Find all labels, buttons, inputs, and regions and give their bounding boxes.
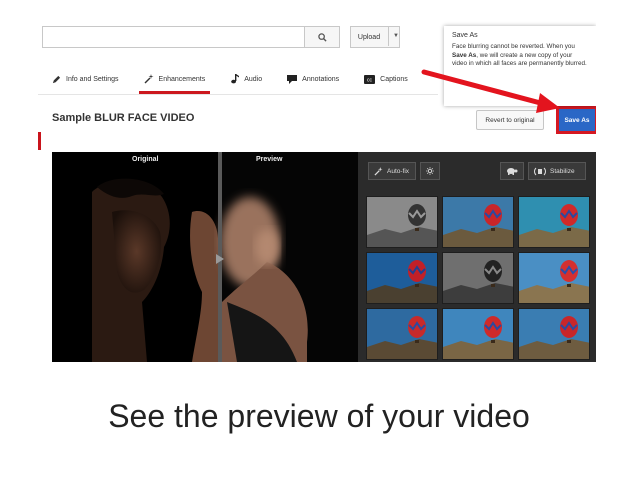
- filter-thumbnail[interactable]: [518, 196, 590, 248]
- tab-label: Info and Settings: [66, 75, 119, 83]
- cc-icon: cc: [364, 74, 376, 84]
- tab-audio[interactable]: Audio: [230, 66, 262, 92]
- search-input[interactable]: [42, 26, 306, 48]
- upload-dropdown[interactable]: ▼: [388, 26, 403, 46]
- stabilize-icon: [534, 167, 546, 175]
- balloon-image: [367, 197, 437, 247]
- caret-down-icon: ▼: [393, 33, 399, 39]
- tooltip-text-before: Face blurring cannot be reverted. When y…: [452, 43, 575, 51]
- revert-to-original-button[interactable]: Revert to original: [476, 110, 544, 130]
- search-button[interactable]: [304, 26, 340, 48]
- tab-label: Annotations: [302, 75, 340, 83]
- filter-thumbnail[interactable]: [518, 308, 590, 360]
- tab-enhancements[interactable]: Enhancements: [138, 66, 210, 94]
- balloon-image: [519, 197, 589, 247]
- slide-caption: See the preview of your video: [108, 398, 530, 434]
- original-frame: [92, 152, 358, 362]
- balloon-image: [519, 309, 589, 359]
- filter-thumbnail[interactable]: [366, 252, 438, 304]
- tab-label: Audio: [244, 75, 263, 83]
- magic-wand-icon: [374, 166, 383, 176]
- balloon-image: [443, 197, 513, 247]
- balloon-image: [443, 253, 513, 303]
- balloon-image: [443, 309, 513, 359]
- video-preview: Original Preview: [52, 152, 358, 362]
- tab-annotations[interactable]: Annotations: [287, 66, 339, 92]
- filter-thumbnail[interactable]: [518, 252, 590, 304]
- preview-label: Preview: [256, 156, 283, 163]
- brightness-button[interactable]: [420, 162, 440, 180]
- split-handle-icon[interactable]: [216, 254, 224, 264]
- page-title: Sample BLUR FACE VIDEO: [52, 112, 195, 124]
- tab-label: Enhancements: [158, 75, 206, 83]
- turtle-icon: [507, 168, 518, 175]
- editor-tabs: Info and Settings Enhancements Audio Ann…: [52, 66, 433, 94]
- pencil-icon: [52, 75, 61, 83]
- tooltip-text-bold: Save As: [452, 51, 477, 59]
- save-as-button[interactable]: Save As: [556, 106, 596, 134]
- balloon-image: [519, 253, 589, 303]
- balloon-image: [367, 253, 437, 303]
- left-accent-marker: [38, 132, 41, 150]
- upload-label: Upload: [357, 33, 381, 41]
- tab-label: Captions: [380, 75, 408, 83]
- filter-thumbnail[interactable]: [442, 252, 514, 304]
- filter-thumbnail[interactable]: [442, 308, 514, 360]
- magic-wand-icon: [144, 74, 154, 84]
- svg-text:cc: cc: [367, 77, 373, 83]
- search-icon: [317, 32, 327, 42]
- music-note-icon: [231, 74, 240, 84]
- youtube-editor-screenshot: Upload ▼ Info and Settings Enhancements …: [38, 16, 596, 362]
- speech-bubble-icon: [287, 74, 298, 84]
- save-as-tooltip: Save As Face blurring cannot be reverted…: [444, 26, 596, 106]
- slow-motion-button[interactable]: [500, 162, 524, 180]
- balloon-image: [367, 309, 437, 359]
- tabs-divider: [38, 94, 438, 95]
- filter-thumbnail[interactable]: [442, 196, 514, 248]
- filter-thumbnail[interactable]: [366, 308, 438, 360]
- tooltip-text: Face blurring cannot be reverted. When y…: [452, 43, 588, 68]
- original-label: Original: [132, 156, 159, 163]
- enhancements-panel: Auto-fix Stabilize: [358, 152, 596, 362]
- filter-thumbnail[interactable]: [366, 196, 438, 248]
- tab-info-settings[interactable]: Info and Settings: [52, 66, 119, 92]
- tab-captions[interactable]: cc Captions: [364, 66, 408, 92]
- autofix-label: Auto-fix: [387, 167, 410, 175]
- tooltip-title: Save As: [452, 32, 478, 39]
- sun-icon: [426, 167, 434, 175]
- autofix-button[interactable]: Auto-fix: [368, 162, 416, 180]
- stabilize-button[interactable]: Stabilize: [528, 162, 586, 180]
- stabilize-label: Stabilize: [550, 167, 575, 175]
